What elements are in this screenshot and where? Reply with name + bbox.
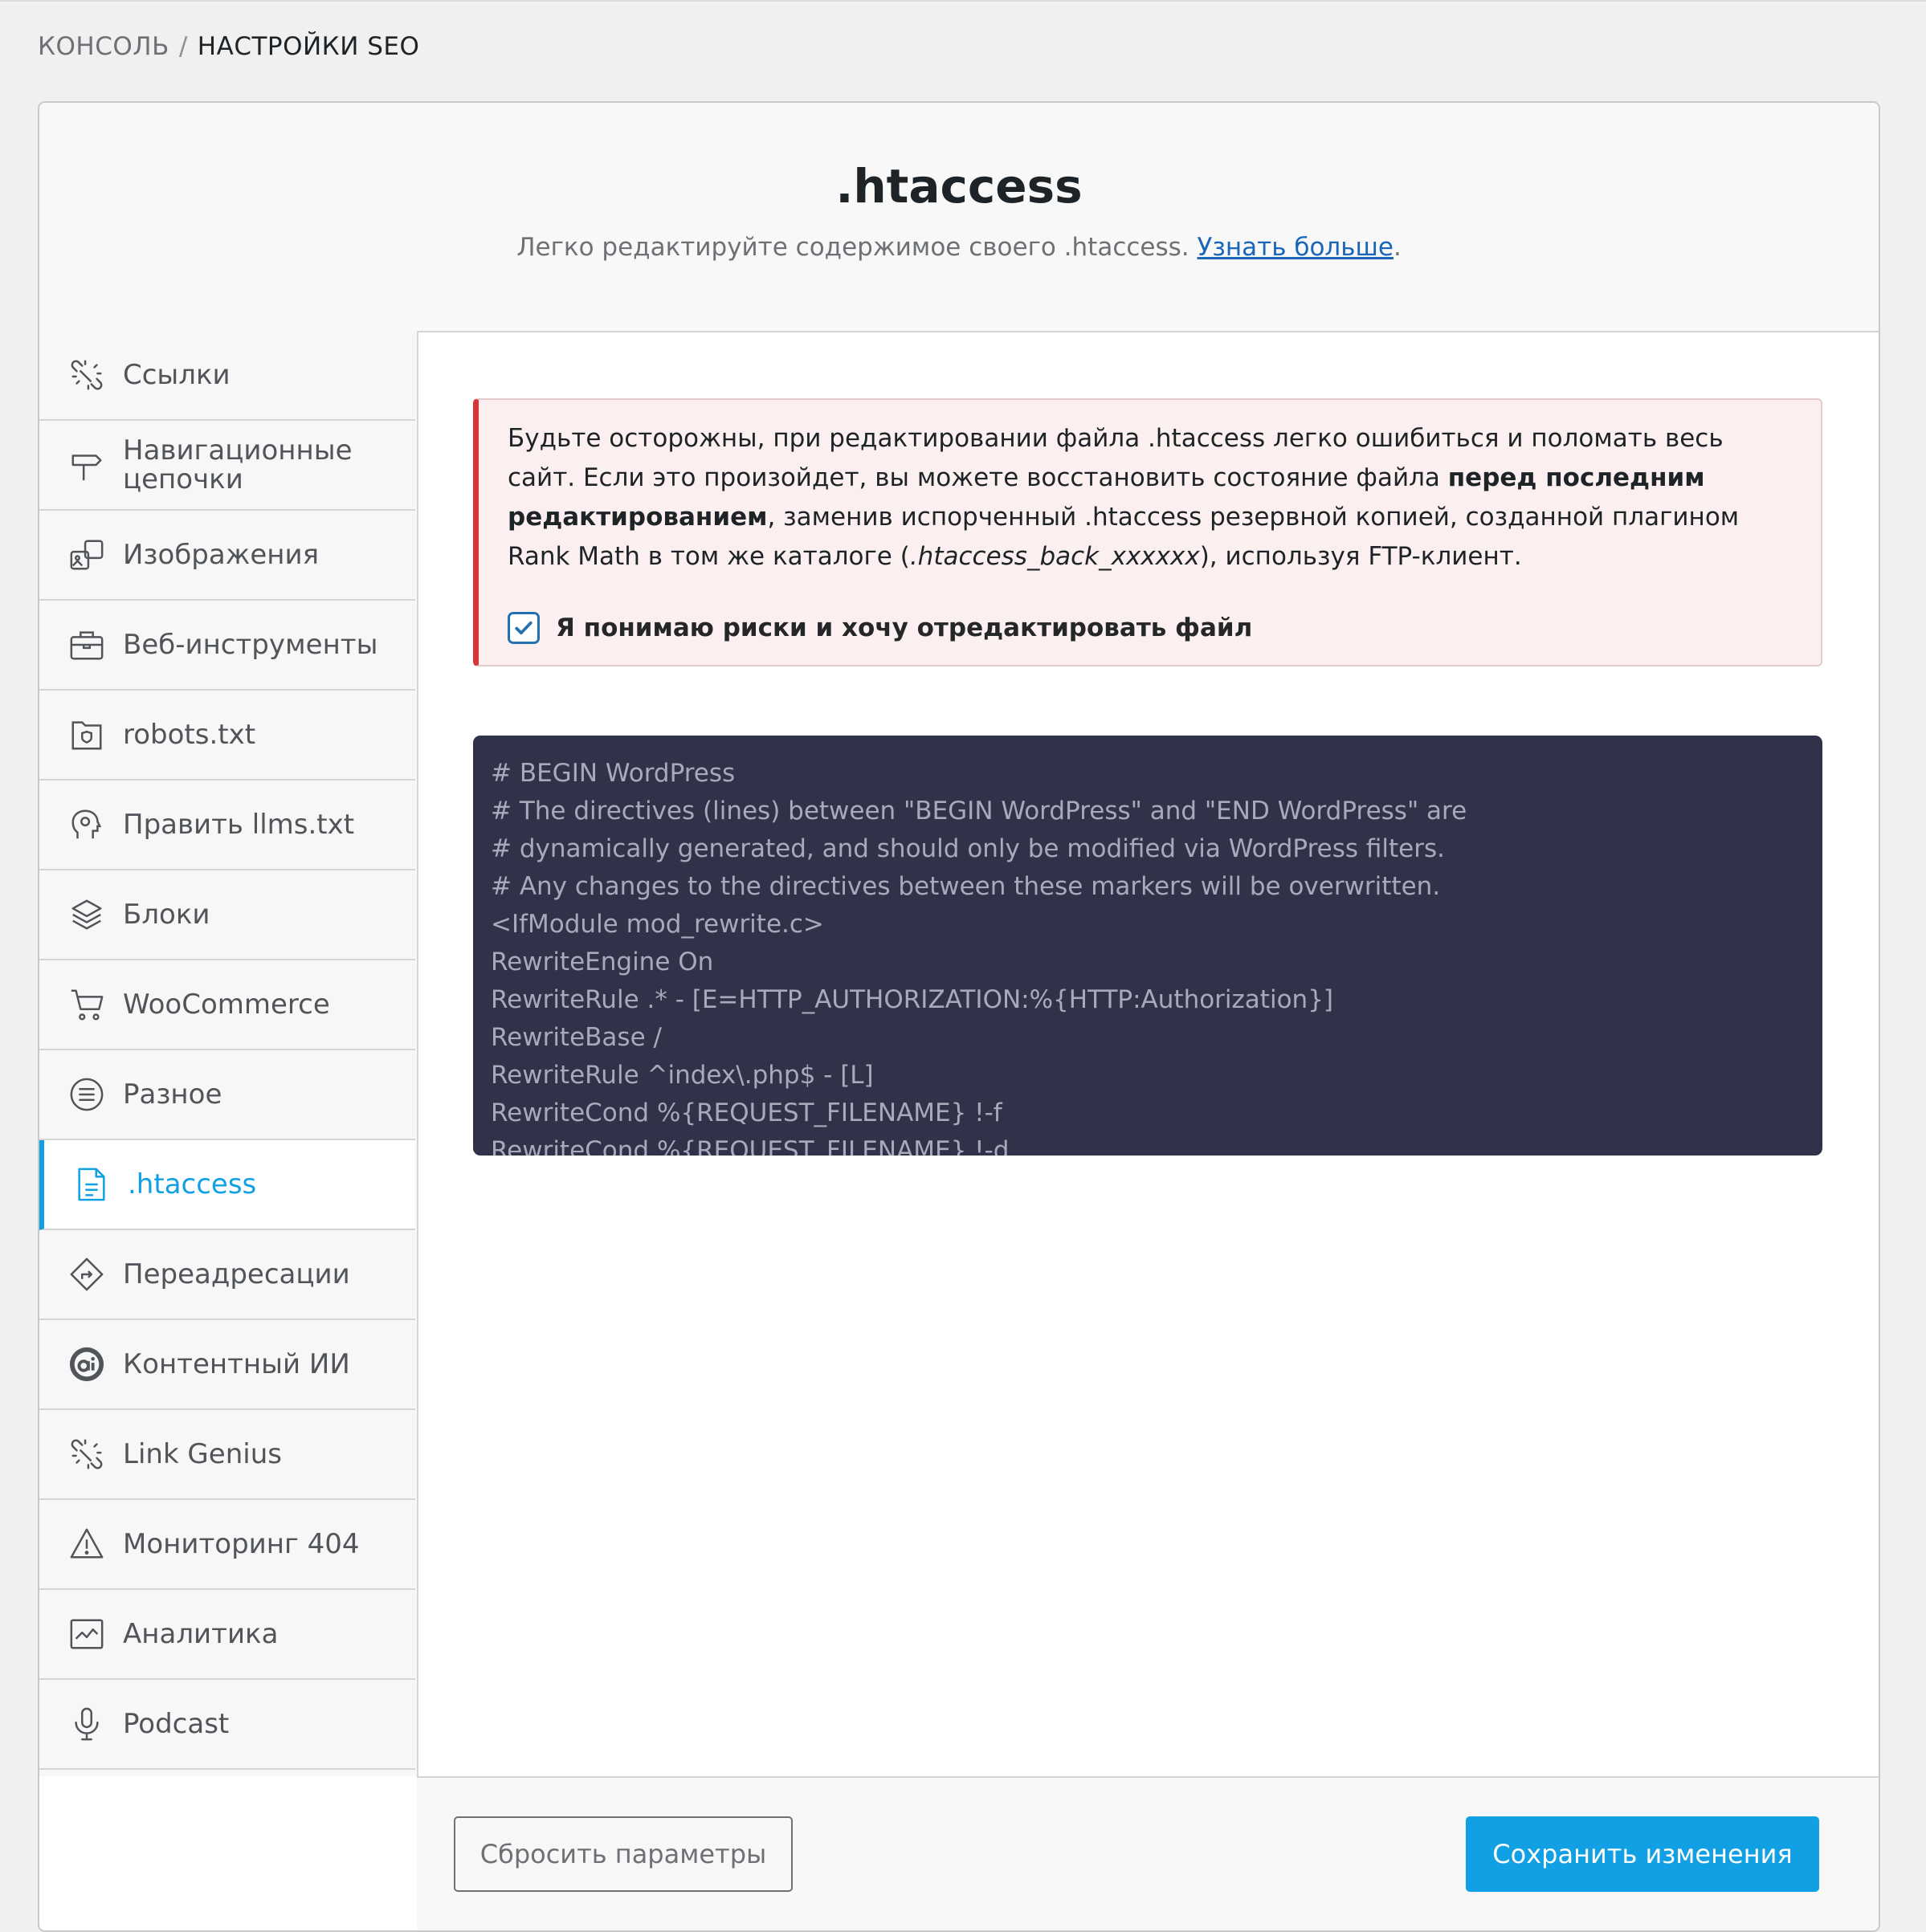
risk-confirm-checkbox[interactable]: [508, 612, 540, 644]
blocks-icon: [67, 895, 107, 935]
sidebar-item-label: Мониторинг 404: [123, 1528, 360, 1560]
breadcrumb-root[interactable]: КОНСОЛЬ: [38, 32, 169, 61]
sidebar-item-label: Навигационные цепочки: [123, 434, 353, 495]
page-subtitle: Легко редактируйте содержимое своего .ht…: [39, 233, 1879, 262]
signpost-icon: [67, 445, 107, 485]
code-line: RewriteEngine On: [491, 948, 714, 976]
warning-icon: [67, 1524, 107, 1564]
ai-head-icon: [67, 805, 107, 845]
code-line: # The directives (lines) between "BEGIN …: [491, 797, 1467, 825]
analytics-icon: [67, 1614, 107, 1654]
sidebar-item-images[interactable]: Изображения: [39, 511, 415, 601]
htaccess-editor[interactable]: # BEGIN WordPress # The directives (lines…: [473, 736, 1822, 1156]
code-line: # dynamically generated, and should only…: [491, 834, 1445, 863]
top-border: [0, 0, 1926, 2]
code-line: RewriteRule .* - [E=HTTP_AUTHORIZATION:%…: [491, 985, 1334, 1014]
sidebar-item-links[interactable]: Ссылки: [39, 331, 415, 421]
link-icon: [67, 1434, 107, 1474]
sidebar-item-content-ai[interactable]: Контентный ИИ: [39, 1320, 415, 1410]
code-line: # BEGIN WordPress: [491, 759, 736, 788]
cart-icon: [67, 984, 107, 1025]
sidebar-item-label: Podcast: [123, 1708, 230, 1740]
sidebar-item-link-genius[interactable]: Link Genius: [39, 1410, 415, 1500]
breadcrumb: КОНСОЛЬ / НАСТРОЙКИ SEO: [38, 32, 419, 61]
reset-button[interactable]: Сбросить параметры: [454, 1816, 793, 1892]
code-line: RewriteCond %{REQUEST_FILENAME} !-f: [491, 1098, 1002, 1127]
sidebar-item-label: Править llms.txt: [123, 809, 355, 841]
subtitle-text: Легко редактируйте содержимое своего .ht…: [516, 233, 1189, 262]
checkmark-icon: [515, 621, 533, 635]
page-title: .htaccess: [835, 159, 1083, 214]
breadcrumb-separator: /: [178, 32, 188, 61]
sidebar-item-redirections[interactable]: Переадресации: [39, 1230, 415, 1320]
sidebar-item-woocommerce[interactable]: WooCommerce: [39, 960, 415, 1050]
sidebar-item-label: .htaccess: [128, 1168, 257, 1200]
sidebar: Ссылки Навигационные цепочки Изображения…: [39, 331, 418, 1776]
sidebar-item-label: Контентный ИИ: [123, 1348, 350, 1380]
save-button[interactable]: Сохранить изменения: [1466, 1816, 1819, 1892]
sidebar-item-label: Аналитика: [123, 1618, 279, 1650]
sidebar-item-label: Link Genius: [123, 1438, 282, 1470]
warning-text: Будьте осторожны, при редактировании фай…: [508, 419, 1793, 577]
folder-shield-icon: [67, 715, 107, 755]
sidebar-item-label: Веб-инструменты: [123, 629, 378, 661]
backup-filename: .htaccess_back_xxxxxx: [909, 542, 1200, 571]
link-icon: [67, 355, 107, 395]
code-line: <IfModule mod_rewrite.c>: [491, 910, 824, 939]
content-ai-icon: [67, 1344, 107, 1384]
sidebar-item-blocks[interactable]: Блоки: [39, 870, 415, 960]
warning-notice: Будьте осторожны, при редактировании фай…: [473, 398, 1822, 666]
breadcrumb-current: НАСТРОЙКИ SEO: [197, 32, 420, 61]
sidebar-item-analytics[interactable]: Аналитика: [39, 1590, 415, 1680]
risk-confirm-label[interactable]: Я понимаю риски и хочу отредактировать ф…: [556, 613, 1252, 642]
document-icon: [71, 1164, 112, 1204]
microphone-icon: [67, 1704, 107, 1744]
sidebar-item-label: Переадресации: [123, 1258, 350, 1290]
sidebar-item-label: WooCommerce: [123, 988, 330, 1021]
warning-text-part: ), используя FTP-клиент.: [1199, 542, 1522, 571]
sidebar-item-404-monitor[interactable]: Мониторинг 404: [39, 1500, 415, 1590]
settings-panel: .htaccess Легко редактируйте содержимое …: [38, 101, 1880, 1932]
toolbox-icon: [67, 625, 107, 665]
redirect-icon: [67, 1254, 107, 1294]
sidebar-item-label: Изображения: [123, 539, 320, 571]
sidebar-item-label: Блоки: [123, 899, 210, 931]
misc-list-icon: [67, 1074, 107, 1115]
sidebar-item-label: robots.txt: [123, 719, 256, 751]
sidebar-item-label: Ссылки: [123, 359, 231, 391]
sidebar-item-breadcrumbs[interactable]: Навигационные цепочки: [39, 421, 415, 511]
code-line: RewriteBase /: [491, 1023, 662, 1052]
sidebar-item-label: Разное: [123, 1078, 222, 1111]
code-line: # Any changes to the directives between …: [491, 872, 1441, 901]
subtitle-period: .: [1393, 233, 1402, 262]
panel-header: .htaccess Легко редактируйте содержимое …: [39, 103, 1879, 332]
risk-confirm[interactable]: Я понимаю риски и хочу отредактировать ф…: [508, 612, 1252, 644]
footer-bar: Сбросить параметры Сохранить изменения: [417, 1776, 1879, 1930]
code-line: RewriteCond %{REQUEST_FILENAME} !-d: [491, 1136, 1010, 1156]
sidebar-item-misc[interactable]: Разное: [39, 1050, 415, 1140]
sidebar-item-robots[interactable]: robots.txt: [39, 691, 415, 781]
sidebar-item-webmaster-tools[interactable]: Веб-инструменты: [39, 601, 415, 691]
sidebar-item-llms[interactable]: Править llms.txt: [39, 781, 415, 870]
learn-more-link[interactable]: Узнать больше: [1198, 233, 1393, 262]
sidebar-item-podcast[interactable]: Podcast: [39, 1680, 415, 1770]
code-line: RewriteRule ^index\.php$ - [L]: [491, 1061, 874, 1090]
sidebar-item-htaccess[interactable]: .htaccess: [39, 1140, 415, 1230]
images-icon: [67, 535, 107, 575]
